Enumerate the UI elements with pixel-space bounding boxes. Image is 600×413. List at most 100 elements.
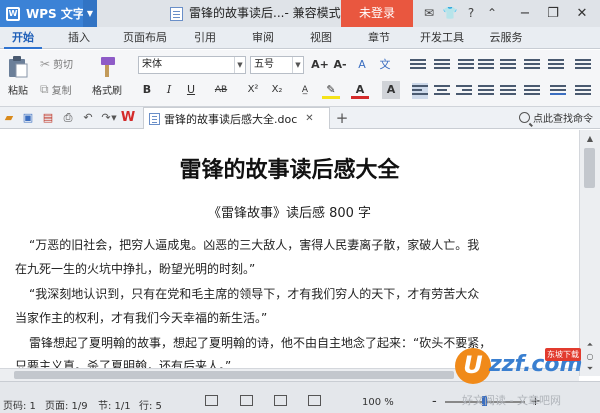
title-bar: W WPS 文字 ▼ 雷锋的故事读后... - 兼容模式 未登录 ✉ 👕 ? ⌃… [0,0,600,27]
document-icon [170,6,183,21]
status-line: 行: 5 [139,401,162,412]
outline-view-icon[interactable] [308,395,321,406]
underline-button[interactable]: U [182,81,200,99]
logo-letter: U [455,348,491,384]
login-button[interactable]: 未登录 [341,0,413,27]
document-subtitle: 《雷锋故事》读后感 800 字 [207,206,372,221]
wps-app-menu-button[interactable]: W WPS 文字 ▼ [0,0,97,27]
print-icon[interactable]: ⎙ [60,110,76,126]
bullet-list-icon[interactable] [410,57,426,73]
subscript-button[interactable]: X₂ [268,81,286,99]
tab-view[interactable]: 视图 [304,27,338,49]
highlight-icon[interactable]: ✎ [322,81,340,99]
strikethrough-button[interactable]: AB [212,81,230,99]
increase-indent-icon[interactable] [478,57,494,73]
superscript-button[interactable]: X² [244,81,262,99]
mail-icon[interactable]: ✉ [420,4,438,22]
grow-font-button[interactable]: A+ [311,56,329,74]
document-area[interactable]: 雷锋的故事读后感大全 《雷锋故事》读后感 800 字 “万恶的旧社会，把穷人逼成… [0,130,579,368]
chevron-up-icon[interactable]: ⌃ [483,4,501,22]
new-tab-button[interactable]: + [333,108,351,128]
align-center-icon[interactable] [434,83,450,99]
brush-icon [101,57,115,77]
paragraph-line: “万恶的旧社会，把穷人逼成鬼。凶恶的三大敌人，害得人民妻离子散，家破人亡。我 [29,238,480,252]
chevron-down-icon: ▼ [292,57,303,73]
phonetic-guide-icon[interactable]: 文 [376,56,394,74]
help-icon[interactable]: ? [462,4,480,22]
status-page-number: 页码: 1 [3,401,36,412]
web-layout-icon[interactable] [274,395,287,406]
page-view-icon[interactable] [205,395,218,406]
distributed-icon[interactable] [500,83,516,99]
sort-icon[interactable] [524,57,540,73]
tab-developer[interactable]: 开发工具 [414,27,470,49]
tab-chapter[interactable]: 章节 [362,27,396,49]
minimize-icon[interactable]: − [512,0,538,27]
font-color-button[interactable]: A [351,81,369,99]
open-folder-icon[interactable]: ▰ [1,110,17,126]
paste-button[interactable]: 粘贴 [3,55,33,97]
window-title-text: 雷锋的故事读后... [189,6,285,20]
align-right-icon[interactable] [456,83,472,99]
cut-button[interactable]: ✂ 剪切 [40,56,74,72]
decrease-indent-icon[interactable] [458,57,474,73]
wps-tab-logo-icon[interactable]: W [120,110,136,126]
justify-icon[interactable] [478,83,494,99]
cut-label: 剪切 [53,60,74,71]
line-spacing-icon[interactable] [524,83,540,99]
site-watermark-logo: U zzf.com 东坡下载 [455,348,600,386]
document-tab[interactable]: 雷锋的故事读后感大全.doc ✕ [143,107,330,129]
numbered-list-icon[interactable] [434,57,450,73]
skin-icon[interactable]: 👕 [441,4,459,22]
status-section: 节: 1/1 [98,401,131,412]
char-shading-button[interactable]: A [382,81,400,99]
search-icon [519,112,530,123]
italic-button[interactable]: I [160,81,178,99]
copy-label: 复制 [51,86,72,97]
font-size-select[interactable]: 五号 ▼ [250,56,304,74]
shading-icon[interactable] [550,83,566,99]
restore-icon[interactable]: ❐ [540,0,566,27]
copy-button[interactable]: ⧉ 复制 [40,82,72,97]
borders-icon[interactable] [575,83,591,99]
zoom-level[interactable]: 100 % [362,397,394,408]
ribbon-toolbar: 粘贴 ✂ 剪切 ⧉ 复制 格式刷 宋体 ▼ 五号 ▼ A+ A- A 文 B I… [0,50,600,107]
tab-references[interactable]: 引用 [188,27,222,49]
tab-insert[interactable]: 插入 [62,27,96,49]
document-title: 雷锋的故事读后感大全 [179,158,400,183]
scroll-thumb[interactable] [14,371,454,379]
ribbon-tabs: 开始 插入 页面布局 引用 审阅 视图 章节 开发工具 云服务 [0,27,600,49]
tab-page-layout[interactable]: 页面布局 [116,27,174,49]
tab-review[interactable]: 审阅 [246,27,280,49]
close-icon[interactable]: ✕ [569,0,595,27]
close-icon[interactable]: ✕ [305,113,313,124]
chevron-down-icon[interactable]: ▼ [83,0,97,27]
text-effect-icon[interactable]: A̲ [296,81,314,99]
font-name-select[interactable]: 宋体 ▼ [138,56,246,74]
line-spacing-icon[interactable] [575,57,591,73]
pdf-export-icon[interactable]: ▤ [40,110,56,126]
full-screen-icon[interactable] [240,395,253,406]
bold-button[interactable]: B [138,81,156,99]
font-size-value: 五号 [254,59,274,70]
align-left-icon[interactable] [412,83,428,99]
command-search[interactable]: 点此查找命令 [519,110,593,125]
save-icon[interactable]: ▣ [20,110,36,126]
chinese-layout-icon[interactable] [500,57,516,73]
paragraph-line: “我深刻地认识到，只有在党和毛主席的领导下，才有我们穷人的天下，才有劳苦大众 [29,287,480,301]
clear-format-button[interactable]: A [353,56,371,74]
zoom-out-button[interactable]: - [432,394,437,409]
scroll-up-icon[interactable]: ▲ [584,134,596,144]
scroll-thumb[interactable] [584,148,595,188]
shrink-font-button[interactable]: A- [331,56,349,74]
tab-home[interactable]: 开始 [4,27,42,49]
vertical-scrollbar[interactable]: ▲ ⏶ ○ ⏷ [579,130,600,376]
tab-cloud[interactable]: 云服务 [484,27,528,49]
copy-icon: ⧉ [40,82,49,96]
watermark-text: 好文阅读 - 文章吧网 [462,394,561,407]
undo-icon[interactable]: ↶ [80,110,96,126]
paragraph-line: 当家作主的权利，才有我们今天幸福的新生活。” [15,311,268,325]
show-marks-icon[interactable] [548,57,564,73]
format-painter-button[interactable]: 格式刷 [88,55,126,97]
command-search-label: 点此查找命令 [533,114,593,125]
